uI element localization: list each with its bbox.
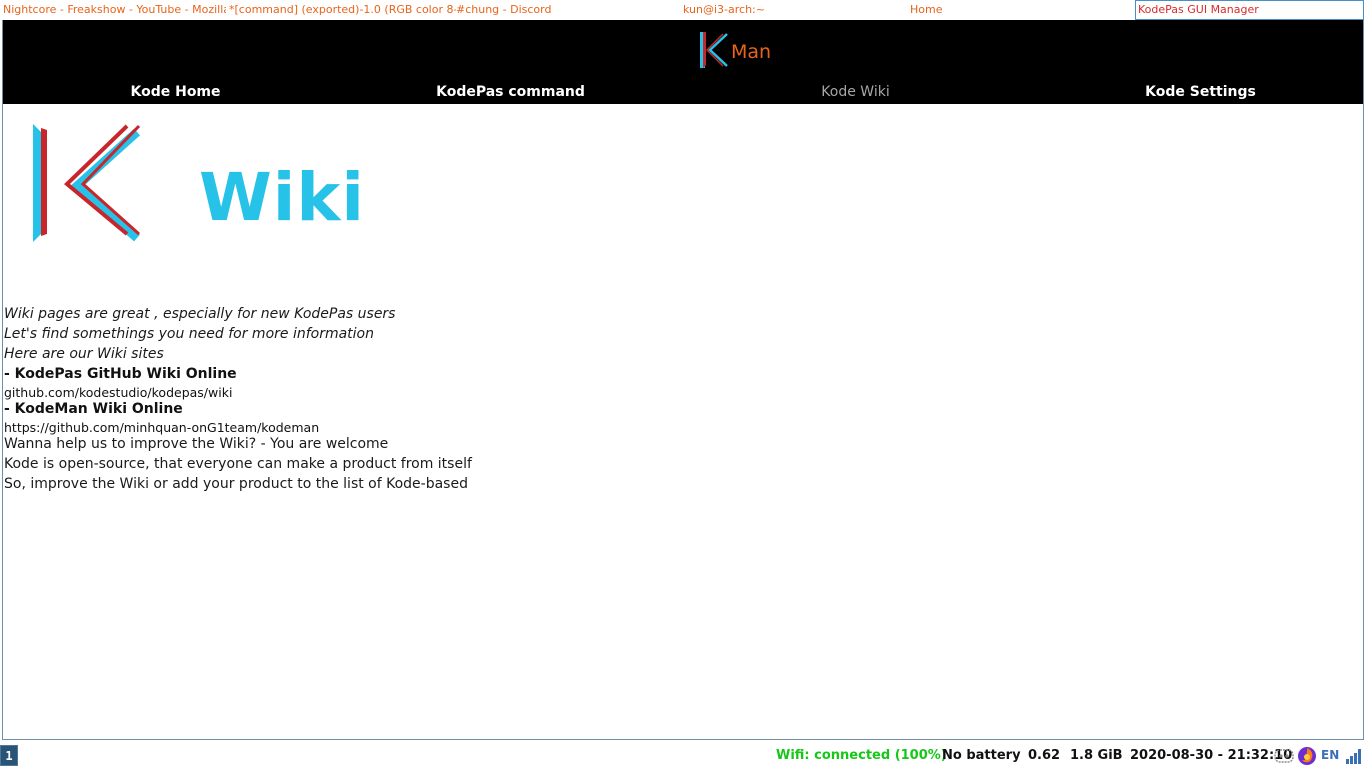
cpu-load: 0.62 bbox=[1028, 748, 1061, 763]
window-tab-terminal[interactable]: kun@i3-arch:~ bbox=[680, 0, 908, 20]
outro-line-1: Wanna help us to improve the Wiki? - You… bbox=[4, 436, 389, 452]
window-tab-home[interactable]: Home bbox=[907, 0, 1135, 20]
intro-line-3: Here are our Wiki sites bbox=[4, 346, 164, 362]
status-bar: 1 Wifi: connected (100%) No battery 0.62… bbox=[0, 743, 1366, 768]
keyboard-language[interactable]: EN bbox=[1321, 743, 1339, 768]
wifi-status: Wifi: connected (100%) bbox=[776, 748, 947, 763]
site-link-kodeman[interactable]: https://github.com/minhquan-onG1team/kod… bbox=[4, 420, 319, 435]
kodepas-gui-window: Man Kode Home KodePas command Kode Wiki … bbox=[2, 20, 1364, 740]
window-tab-kodepas-gui[interactable]: KodePas GUI Manager bbox=[1135, 0, 1364, 20]
workspace-button[interactable]: 1 bbox=[0, 745, 18, 766]
outro-line-3: So, improve the Wiki or add your product… bbox=[4, 476, 468, 492]
wiki-title: Wiki bbox=[199, 159, 365, 236]
kodeman-logo[interactable]: Man bbox=[697, 32, 771, 68]
datetime: 2020-08-30 - 21:32:10 bbox=[1130, 748, 1293, 763]
discord-icon[interactable] bbox=[1274, 746, 1294, 766]
site-heading-kodepas: - KodePas GitHub Wiki Online bbox=[4, 366, 237, 382]
network-signal-icon[interactable] bbox=[1344, 746, 1364, 766]
window-tab-gimp[interactable]: *[command] (exported)-1.0 (RGB color 8-b… bbox=[226, 0, 456, 20]
main-nav: Kode Home KodePas command Kode Wiki Kode… bbox=[3, 80, 1363, 104]
app-header: Man Kode Home KodePas command Kode Wiki … bbox=[3, 20, 1363, 104]
nav-kodepas-command[interactable]: KodePas command bbox=[338, 80, 683, 104]
nav-kode-wiki[interactable]: Kode Wiki bbox=[683, 80, 1028, 104]
outro-line-2: Kode is open-source, that everyone can m… bbox=[4, 456, 472, 472]
window-tab-firefox[interactable]: Nightcore - Freakshow - YouTube - Mozill… bbox=[0, 0, 226, 20]
intro-line-2: Let's find somethings you need for more … bbox=[4, 326, 374, 342]
logo-text: Man bbox=[731, 41, 772, 63]
window-tab-bar: Nightcore - Freakshow - YouTube - Mozill… bbox=[0, 0, 1366, 20]
nav-kode-settings[interactable]: Kode Settings bbox=[1028, 80, 1363, 104]
firefox-icon[interactable] bbox=[1297, 746, 1317, 766]
kode-k-logo-icon bbox=[33, 124, 141, 242]
window-tab-discord[interactable]: #chung - Discord bbox=[453, 0, 681, 20]
wiki-page: Wiki Wiki pages are great , especially f… bbox=[3, 104, 1363, 738]
memory-usage: 1.8 GiB bbox=[1070, 748, 1123, 763]
wiki-banner: Wiki bbox=[31, 122, 364, 252]
intro-line-1: Wiki pages are great , especially for ne… bbox=[4, 306, 396, 322]
site-heading-kodeman: - KodeMan Wiki Online bbox=[4, 401, 183, 417]
battery-status: No battery bbox=[942, 748, 1021, 763]
site-link-kodepas[interactable]: github.com/kodestudio/kodepas/wiki bbox=[4, 385, 232, 400]
nav-kode-home[interactable]: Kode Home bbox=[3, 80, 348, 104]
k-logo-icon bbox=[700, 32, 728, 68]
